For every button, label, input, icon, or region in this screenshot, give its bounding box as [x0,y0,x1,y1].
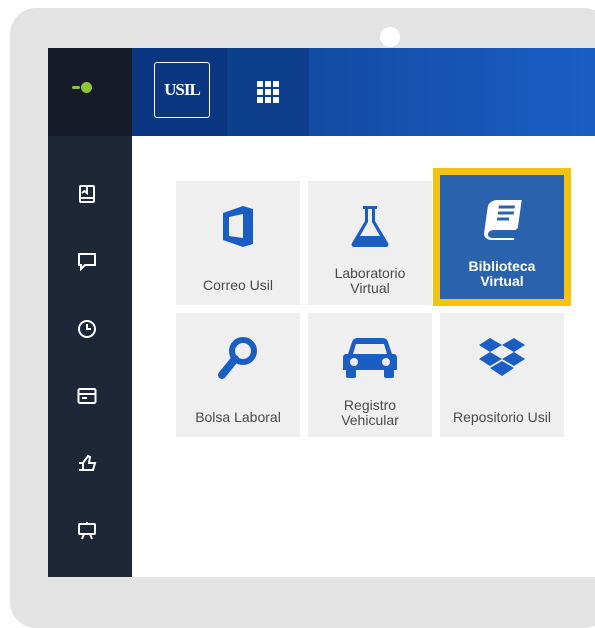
app-screen: USIL Correo Usil Laboratorio Virtual Bib… [48,48,595,577]
dropbox-icon [440,335,564,381]
chat-icon[interactable] [76,250,98,272]
tile-label: Bolsa Laboral [195,409,281,425]
tile-biblioteca-virtual[interactable]: Biblioteca Virtual [433,168,571,306]
tile-label: Laboratorio Virtual [334,265,406,296]
app-grid-icon [257,81,279,103]
tile-label: Registro Vehicular [341,397,399,428]
camera-dot [380,27,400,47]
book-icon [440,197,564,243]
presentation-icon[interactable] [76,520,98,542]
sidebar-header [48,48,132,136]
tile-repositorio-usil[interactable]: Repositorio Usil [440,313,564,437]
tile-correo-usil[interactable]: Correo Usil [176,181,300,305]
tile-label: Correo Usil [202,277,273,293]
card-icon[interactable] [76,385,98,407]
office-icon [176,203,300,249]
top-bar: USIL [132,48,595,136]
usil-logo[interactable]: USIL [154,62,210,118]
book-icon[interactable] [76,183,98,205]
thumbs-up-icon[interactable] [76,452,98,474]
app-grid-button[interactable] [227,48,309,136]
status-toggle-icon[interactable] [72,81,102,95]
car-icon [308,335,432,381]
tile-label: Repositorio Usil [452,409,552,425]
clock-icon[interactable] [76,318,98,340]
logo-container: USIL [132,48,227,136]
sidebar [48,48,132,577]
flask-icon [308,203,432,249]
tile-laboratorio-virtual[interactable]: Laboratorio Virtual [308,181,432,305]
tile-label: Biblioteca Virtual [468,258,536,289]
search-icon [176,335,300,381]
tile-bolsa-laboral[interactable]: Bolsa Laboral [176,313,300,437]
tile-registro-vehicular[interactable]: Registro Vehicular [308,313,432,437]
